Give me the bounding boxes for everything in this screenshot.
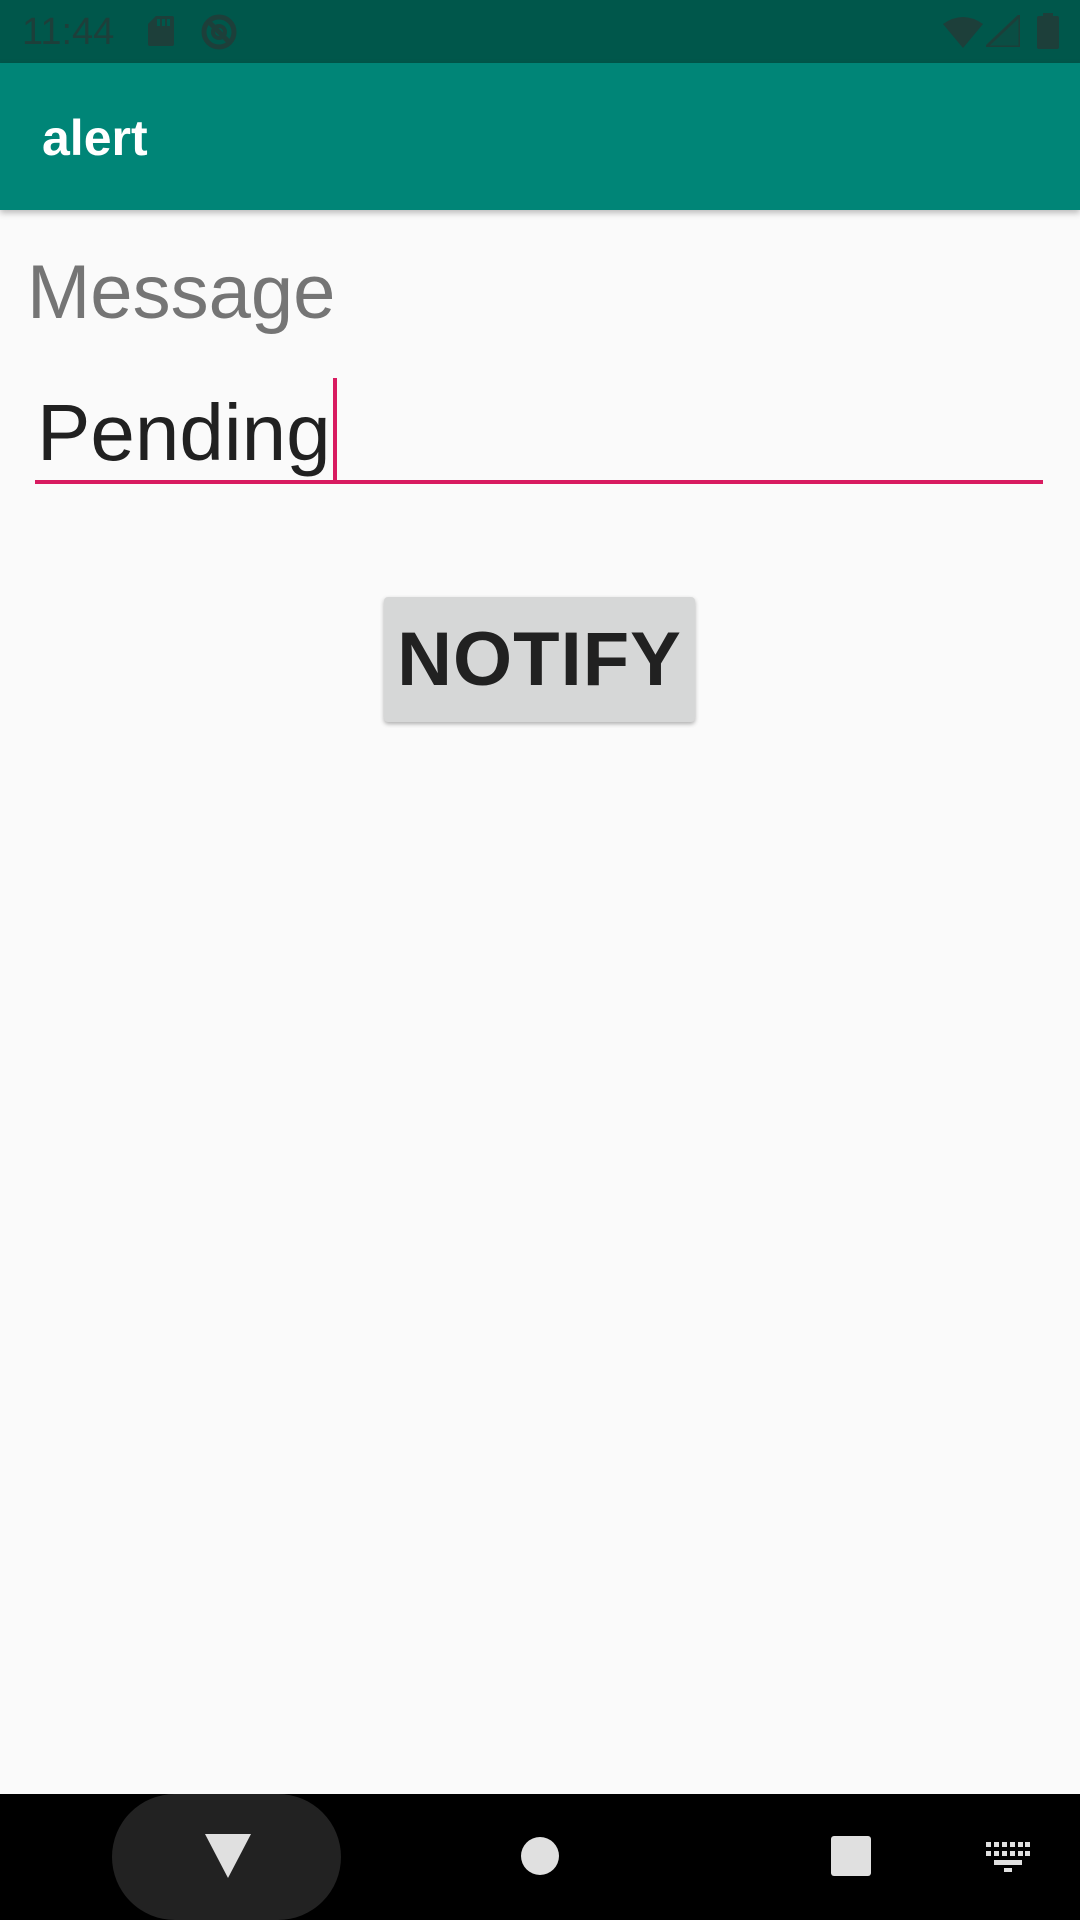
- app-title: alert: [42, 110, 148, 166]
- sync-disabled-icon: [201, 14, 237, 50]
- home-icon[interactable]: [521, 1837, 559, 1875]
- app-bar: alert: [0, 63, 1080, 210]
- app-screen: 11:44 alert Message Pending NOTIFY: [0, 0, 1080, 1920]
- cellular-signal-icon: [986, 15, 1020, 47]
- sd-card-icon: [148, 16, 174, 46]
- message-input-text[interactable]: Pending: [37, 378, 337, 482]
- status-time: 11:44: [22, 11, 115, 53]
- message-label: Message: [27, 250, 336, 335]
- status-bar: 11:44: [0, 0, 1080, 63]
- message-input[interactable]: Pending: [35, 360, 1045, 485]
- text-cursor: [332, 378, 337, 482]
- message-input-value: Pending: [37, 388, 331, 477]
- battery-icon: [1037, 13, 1059, 49]
- keyboard-icon[interactable]: [986, 1842, 1030, 1872]
- back-icon[interactable]: [205, 1834, 251, 1878]
- navigation-bar: [0, 1794, 1080, 1920]
- wifi-icon: [943, 17, 983, 48]
- recents-icon[interactable]: [831, 1836, 871, 1876]
- message-input-underline: [35, 480, 1043, 484]
- notify-button[interactable]: NOTIFY: [384, 597, 695, 722]
